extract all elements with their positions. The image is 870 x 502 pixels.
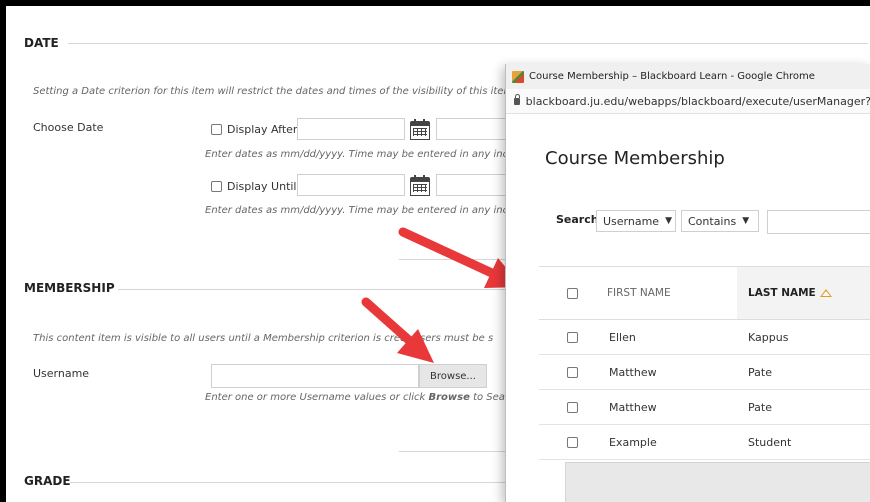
red-arrow-to-browse [361, 297, 434, 363]
table-row[interactable]: Example Student [539, 425, 870, 460]
table-row[interactable]: Matthew Pate [539, 390, 870, 425]
course-membership-popup[interactable]: Course Membership – Blackboard Learn - G… [505, 64, 870, 502]
row-first-name: Matthew [609, 400, 657, 414]
blackboard-app-icon [512, 70, 524, 83]
row-first-name: Ellen [609, 330, 636, 344]
row-checkbox[interactable] [567, 331, 578, 343]
search-input[interactable] [767, 210, 870, 234]
popup-url: blackboard.ju.edu/webapps/blackboard/exe… [525, 94, 870, 108]
row-checkbox[interactable] [567, 401, 578, 413]
table-header: FIRST NAME LAST NAME [539, 267, 870, 320]
row-checkbox[interactable] [567, 366, 578, 378]
column-last-name-label: LAST NAME [748, 287, 816, 299]
row-last-name: Student [748, 435, 792, 449]
row-last-name: Pate [748, 365, 772, 379]
row-first-name: Matthew [609, 365, 657, 379]
chevron-down-icon: ▼ [742, 216, 750, 226]
chevron-down-icon: ▼ [665, 216, 672, 226]
popup-page-title: Course Membership [545, 148, 725, 169]
search-field-value: Username [603, 214, 660, 228]
popup-footer-bar [565, 462, 870, 502]
search-field-select[interactable]: Username ▼ [596, 210, 676, 232]
search-label: Search [556, 213, 599, 226]
lock-icon [514, 93, 520, 105]
select-all-checkbox[interactable] [567, 287, 578, 299]
table-row[interactable]: Ellen Kappus [539, 320, 870, 355]
row-checkbox[interactable] [567, 436, 578, 448]
search-operator-value: Contains [688, 214, 737, 228]
search-operator-select[interactable]: Contains ▼ [681, 210, 759, 232]
popup-window-title: Course Membership – Blackboard Learn - G… [529, 71, 815, 82]
sort-ascending-icon [819, 289, 832, 297]
popup-titlebar[interactable]: Course Membership – Blackboard Learn - G… [506, 64, 870, 89]
row-last-name: Pate [748, 400, 772, 414]
table-row[interactable]: Matthew Pate [539, 355, 870, 390]
row-first-name: Example [609, 435, 657, 449]
membership-table: FIRST NAME LAST NAME Ellen Kappus Matthe… [539, 266, 870, 460]
row-last-name: Kappus [748, 330, 789, 344]
popup-address-bar[interactable]: blackboard.ju.edu/webapps/blackboard/exe… [506, 89, 870, 114]
column-last-name[interactable]: LAST NAME [737, 267, 870, 319]
screenshot-frame: DATE Setting a Date criterion for this i… [6, 6, 870, 502]
column-first-name[interactable]: FIRST NAME [607, 287, 671, 299]
